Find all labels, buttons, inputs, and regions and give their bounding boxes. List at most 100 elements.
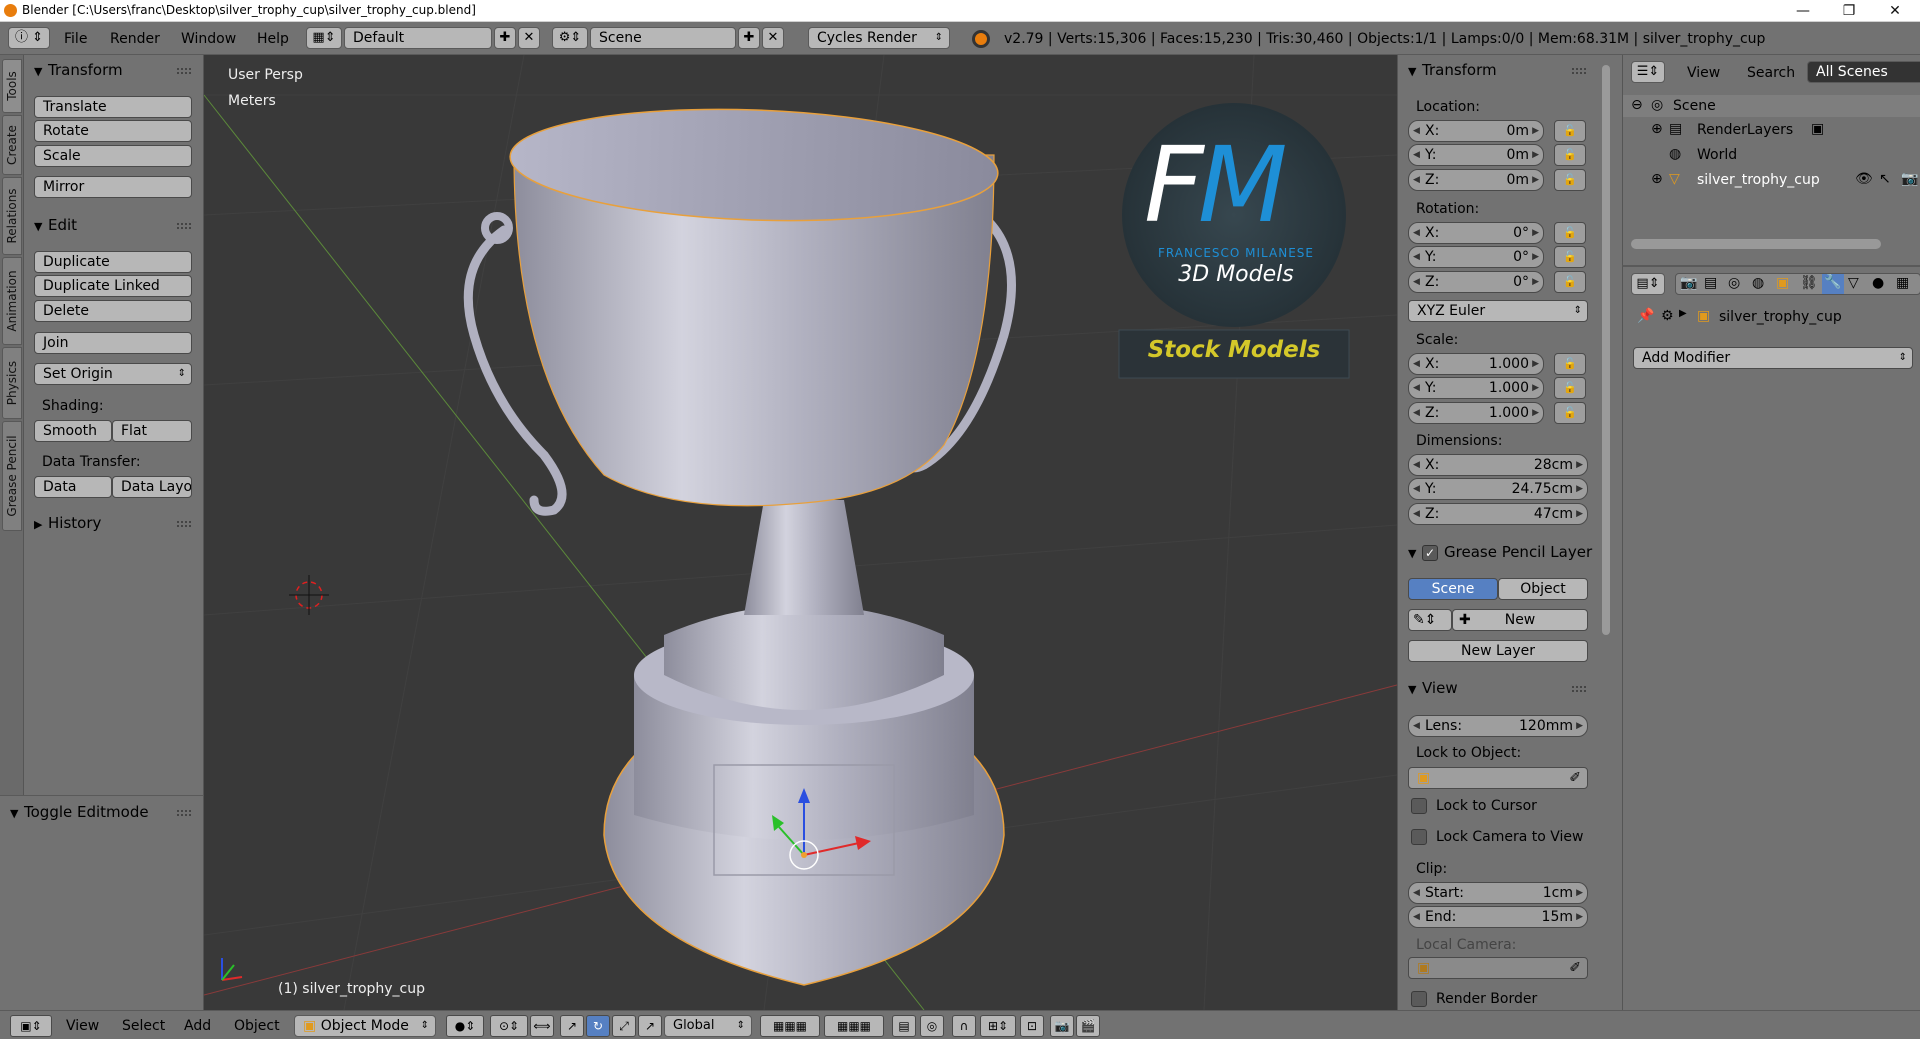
render-camera-icon[interactable]: 📷 — [1901, 171, 1918, 187]
data-transfer-button[interactable]: Data — [34, 476, 112, 498]
lock-icon[interactable]: 🔓 — [1554, 402, 1586, 424]
layer-buttons-group-1[interactable]: ▦▦▦ — [760, 1015, 820, 1037]
panel-grip-icon[interactable] — [177, 521, 191, 527]
clip-start-field[interactable]: ◀ Start: 1cm ▶ — [1408, 882, 1588, 904]
outliner-filter-dropdown[interactable]: All Scenes — [1807, 61, 1920, 83]
lock-icon[interactable]: 🔓 — [1554, 353, 1586, 375]
outliner-horizontal-scrollbar[interactable] — [1631, 239, 1881, 249]
lock-icon[interactable]: 🔓 — [1554, 222, 1586, 244]
clip-end-field[interactable]: ◀ End: 15m ▶ — [1408, 906, 1588, 928]
proportional-edit-button[interactable]: ◎ — [920, 1015, 944, 1037]
menu-help[interactable]: Help — [257, 31, 289, 47]
footer-add-menu[interactable]: Add — [184, 1018, 211, 1034]
render-border-checkbox[interactable] — [1411, 991, 1427, 1007]
outliner-object-item[interactable]: silver_trophy_cup — [1697, 172, 1820, 188]
duplicate-linked-button[interactable]: Duplicate Linked — [34, 275, 192, 297]
trophy-cup-model[interactable] — [463, 102, 1016, 986]
outliner-scene-item[interactable]: Scene — [1673, 98, 1716, 114]
grease-pencil-checkbox[interactable]: ✓ — [1422, 544, 1438, 561]
render-opengl-button[interactable]: 📷 — [1050, 1015, 1074, 1037]
normal-manipulator-button[interactable]: ↗ — [638, 1015, 662, 1037]
rotation-x-field[interactable]: ◀ X: 0° ▶ — [1408, 222, 1544, 244]
translate-manipulator-button[interactable]: ↗ — [560, 1015, 584, 1037]
local-camera-field[interactable]: ▣ ✐ — [1408, 957, 1588, 979]
lock-scene-layers-button[interactable]: ▤ — [892, 1015, 916, 1037]
panel-grip-icon[interactable] — [177, 810, 191, 816]
scale-button[interactable]: Scale — [34, 145, 192, 167]
lock-icon[interactable]: 🔓 — [1554, 144, 1586, 166]
tab-grease-pencil[interactable]: Grease Pencil — [2, 421, 22, 531]
tab-create[interactable]: Create — [2, 115, 22, 175]
scene-field[interactable]: Scene — [590, 27, 736, 49]
scene-icon-button[interactable]: ⚙⇕ — [552, 27, 588, 49]
screen-layout-icon-button[interactable]: ▦⇕ — [306, 27, 342, 49]
dimensions-z-field[interactable]: ◀ Z: 47cm ▶ — [1408, 503, 1588, 525]
mirror-button[interactable]: Mirror — [34, 176, 192, 198]
texture-tab-icon[interactable]: ▦ — [1896, 275, 1909, 291]
data-layout-button[interactable]: Data Layo — [112, 476, 192, 498]
toggle-editmode-header[interactable]: ▼ Toggle Editmode — [10, 803, 149, 821]
scene-tab-icon[interactable]: ◎ — [1728, 275, 1740, 291]
tab-relations[interactable]: Relations — [2, 177, 22, 255]
lock-icon[interactable]: 🔓 — [1554, 169, 1586, 191]
lock-icon[interactable]: 🔓 — [1554, 377, 1586, 399]
lock-icon[interactable]: 🔓 — [1554, 120, 1586, 142]
transform-panel-header[interactable]: ▼ Transform — [1408, 61, 1497, 79]
remove-scene-button[interactable]: ✕ — [762, 27, 784, 49]
panel-grip-icon[interactable] — [1572, 686, 1586, 692]
scale-z-field[interactable]: ◀ Z: 1.000 ▶ — [1408, 402, 1544, 424]
grease-scene-tab[interactable]: Scene — [1408, 578, 1498, 600]
snap-element-button[interactable]: ⊞⇕ — [980, 1015, 1016, 1037]
pivot-point-button[interactable]: ⊙⇕ — [490, 1015, 528, 1037]
pin-icon[interactable]: 📌 — [1637, 308, 1654, 324]
render-engine-dropdown[interactable]: Cycles Render ⇕ — [808, 27, 950, 49]
lock-to-cursor-checkbox[interactable] — [1411, 798, 1427, 814]
menu-render[interactable]: Render — [110, 31, 160, 47]
add-modifier-dropdown[interactable]: Add Modifier ⇕ — [1633, 347, 1913, 369]
dimensions-x-field[interactable]: ◀ X: 28cm ▶ — [1408, 454, 1588, 476]
location-y-field[interactable]: ◀ Y: 0m ▶ — [1408, 144, 1544, 166]
transform-panel-header[interactable]: ▼ Transform — [34, 61, 123, 79]
set-origin-dropdown[interactable]: Set Origin ⇕ — [34, 363, 192, 385]
rotation-mode-dropdown[interactable]: XYZ Euler ⇕ — [1408, 300, 1588, 322]
join-button[interactable]: Join — [34, 332, 192, 354]
menu-window[interactable]: Window — [181, 31, 236, 47]
view-panel-header[interactable]: ▼ View — [1408, 679, 1458, 697]
rotate-manipulator-button[interactable]: ↻ — [586, 1015, 610, 1037]
scale-manipulator-button[interactable]: ⤢ — [612, 1015, 636, 1037]
translate-button[interactable]: Translate — [34, 96, 192, 118]
lock-icon[interactable]: 🔓 — [1554, 246, 1586, 268]
lock-icon[interactable]: 🔓 — [1554, 271, 1586, 293]
lens-field[interactable]: ◀ Lens: 120mm ▶ — [1408, 715, 1588, 737]
selectable-cursor-icon[interactable]: ↖ — [1879, 171, 1891, 187]
remove-layout-button[interactable]: ✕ — [518, 27, 540, 49]
render-layers-tab-icon[interactable]: ▤ — [1704, 275, 1717, 291]
modifiers-wrench-icon[interactable]: 🔧 — [1822, 274, 1844, 294]
collapse-icon[interactable]: ⊖ — [1631, 97, 1643, 113]
manipulator-toggle-button[interactable]: ⟺ — [530, 1015, 554, 1037]
3d-viewport[interactable]: User Persp Meters (1) silver_trophy_cup … — [204, 55, 1397, 1010]
snap-toggle-button[interactable]: ∩ — [952, 1015, 976, 1037]
interaction-mode-dropdown[interactable]: ▣ Object Mode ⇕ — [294, 1015, 436, 1037]
new-grease-pencil-button[interactable]: ✚ New — [1452, 609, 1588, 631]
maximize-button[interactable]: ❐ — [1826, 0, 1872, 22]
scale-y-field[interactable]: ◀ Y: 1.000 ▶ — [1408, 377, 1544, 399]
panel-grip-icon[interactable] — [177, 68, 191, 74]
delete-button[interactable]: Delete — [34, 300, 192, 322]
3d-cursor-icon[interactable] — [289, 575, 329, 615]
viewport-shading-button[interactable]: ●⇕ — [446, 1015, 484, 1037]
screen-layout-field[interactable]: Default — [344, 27, 492, 49]
lock-camera-checkbox[interactable] — [1411, 829, 1427, 845]
eyedropper-icon[interactable]: ✐ — [1569, 768, 1581, 788]
history-panel-header[interactable]: ▶ History — [34, 514, 101, 532]
dimensions-y-field[interactable]: ◀ Y: 24.75cm ▶ — [1408, 478, 1588, 500]
add-layout-button[interactable]: ✚ — [494, 27, 516, 49]
visibility-eye-icon[interactable]: 👁 — [1855, 171, 1873, 187]
snap-target-button[interactable]: ⊡ — [1020, 1015, 1044, 1037]
world-tab-icon[interactable]: ◍ — [1752, 275, 1764, 291]
location-z-field[interactable]: ◀ Z: 0m ▶ — [1408, 169, 1544, 191]
grease-pencil-layer-header[interactable]: ▼ ✓ Grease Pencil Layer — [1408, 543, 1592, 561]
smooth-shading-button[interactable]: Smooth — [34, 420, 112, 442]
outliner-renderlayers-item[interactable]: RenderLayers — [1697, 122, 1793, 138]
data-tab-icon[interactable]: ▽ — [1848, 275, 1859, 291]
